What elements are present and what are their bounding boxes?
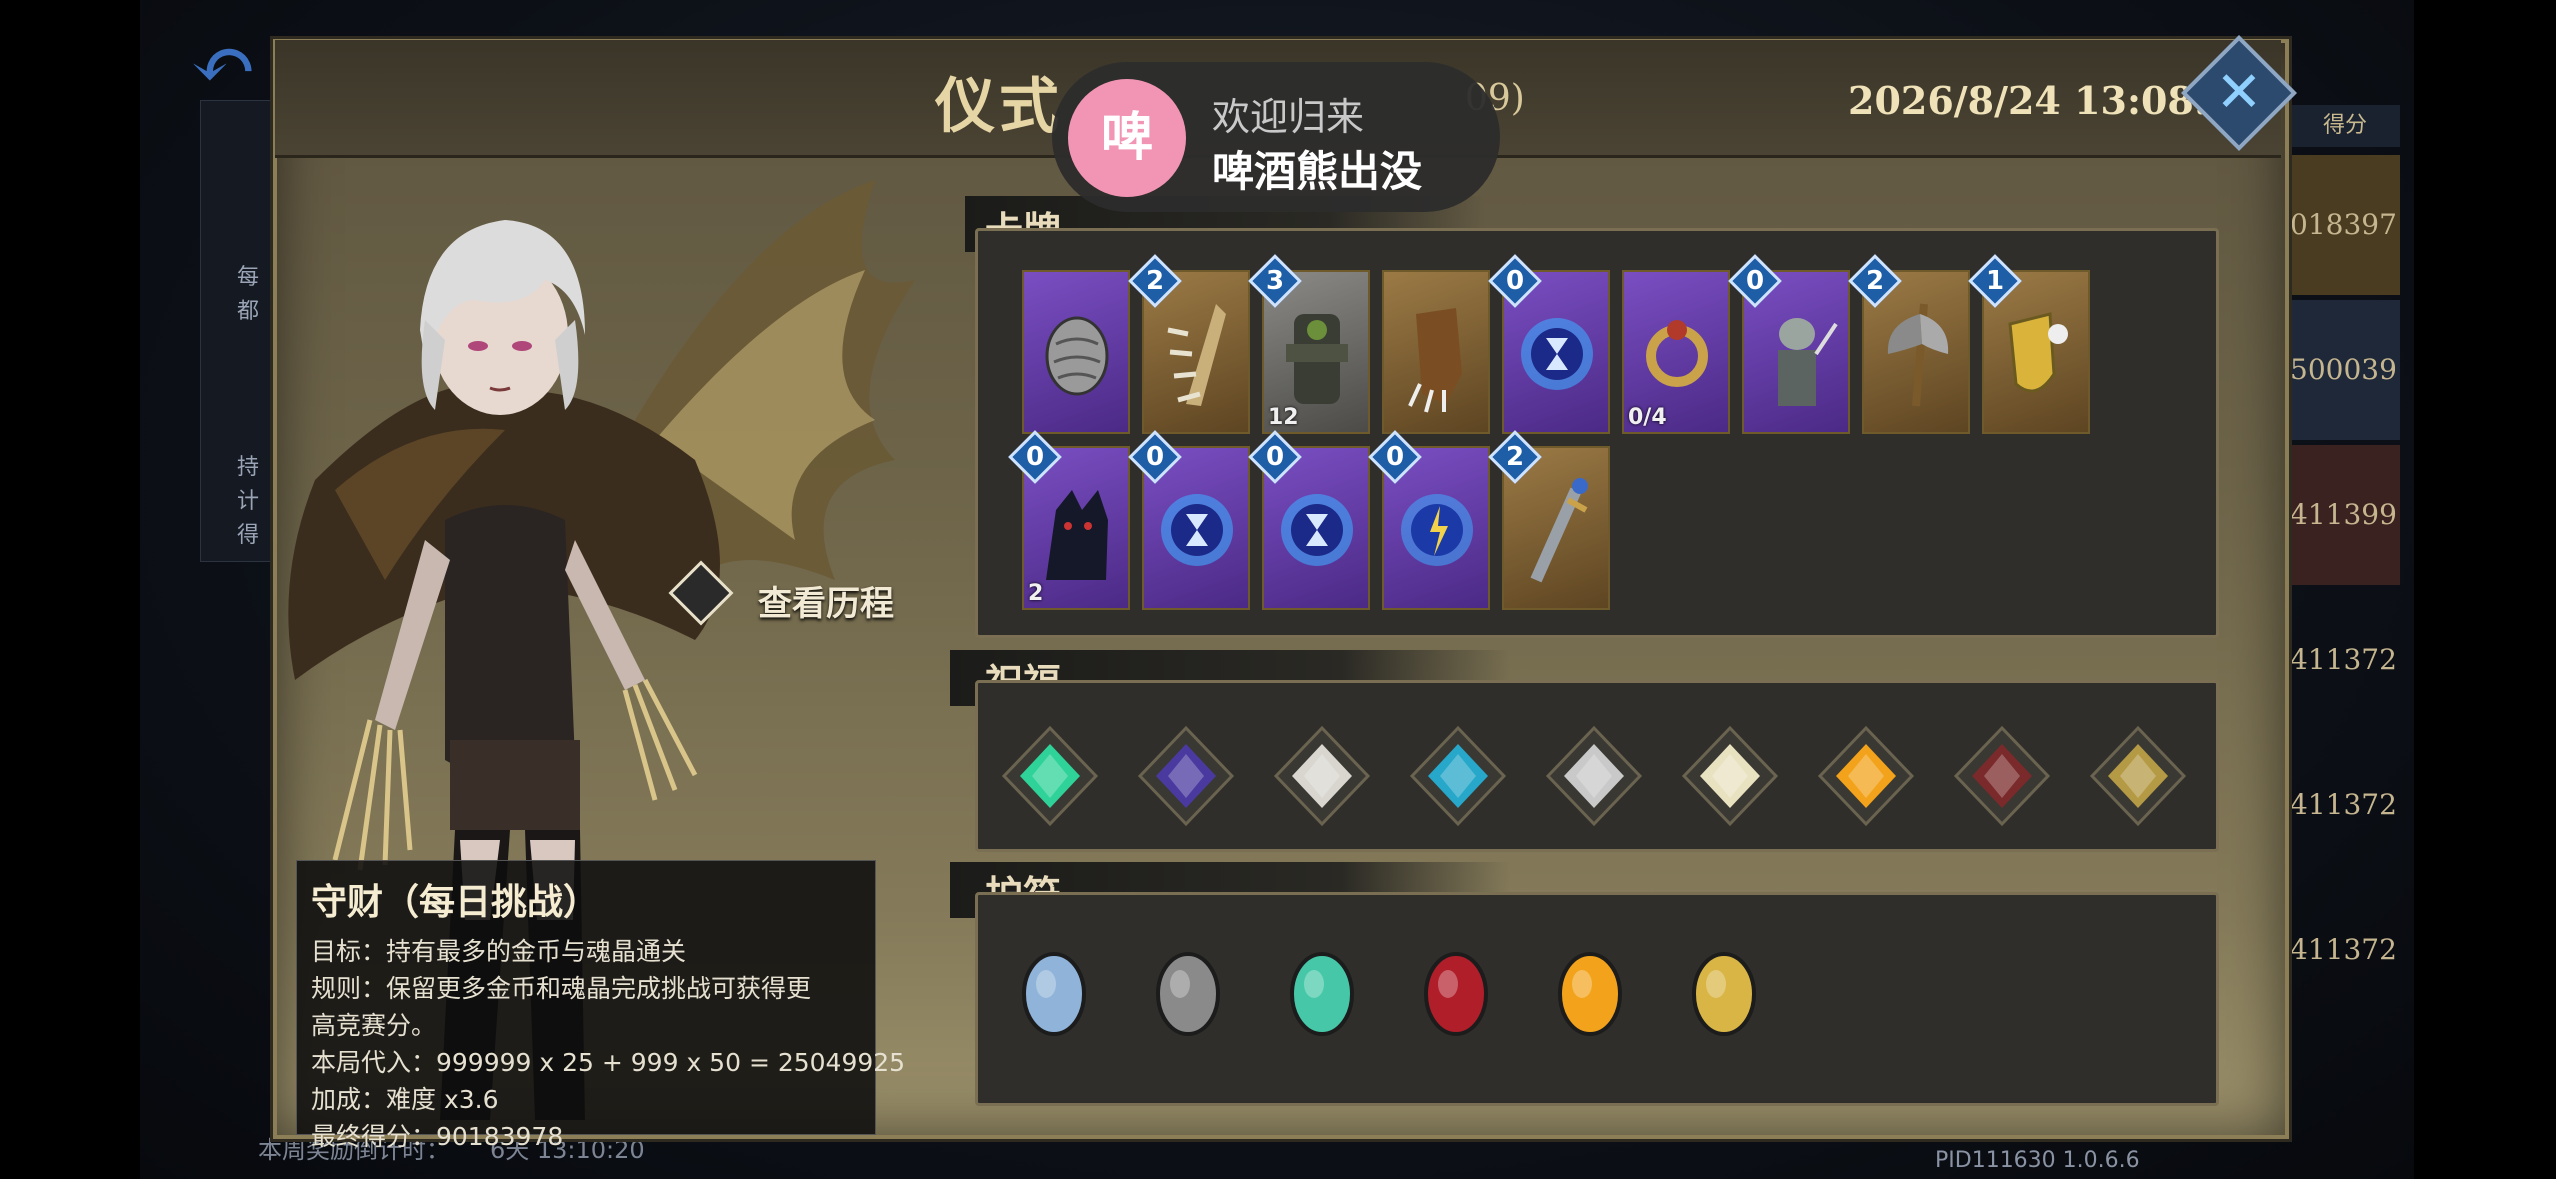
welcome-toast: 啤 欢迎归来 啤酒熊出没 xyxy=(1052,62,1500,212)
crystal-shield-icon[interactable] xyxy=(1404,722,1512,830)
leaderboard-row: 411372 xyxy=(2290,643,2397,676)
challenge-bonus: 加成：难度 x3.6 xyxy=(311,1085,499,1114)
left-text-2: 都 xyxy=(237,299,260,324)
left-text-1: 每 xyxy=(237,265,260,290)
challenge-name: 守财（每日挑战） xyxy=(311,881,600,923)
card-cost: 0 xyxy=(1385,442,1405,472)
card-counter: 12 xyxy=(1268,405,1299,430)
hourglass-orb-icon xyxy=(1521,318,1593,390)
claw-amulet-icon[interactable] xyxy=(1134,940,1242,1048)
card-cost: 1 xyxy=(1985,266,2005,296)
panel-title: 仪式 xyxy=(935,72,1063,142)
card-cost: 0 xyxy=(1505,266,1525,296)
frost-stone-icon[interactable] xyxy=(1000,940,1108,1048)
card-counter: 2 xyxy=(1028,581,1044,606)
challenge-rule: 规则：保留更多金币和魂晶完成挑战可获得更 xyxy=(311,974,812,1003)
hourglass-orb-icon xyxy=(1161,494,1233,566)
winged-crest-icon[interactable] xyxy=(1676,722,1784,830)
card-cost: 0 xyxy=(1745,266,1765,296)
golem-icon xyxy=(1286,314,1348,404)
card[interactable]: 0/4 xyxy=(1622,270,1730,434)
lightning-orb-icon xyxy=(1401,494,1473,566)
toast-greeting: 欢迎归来 xyxy=(1212,95,1365,139)
close-icon[interactable]: ✕ xyxy=(2198,52,2280,134)
golden-ring-icon[interactable] xyxy=(1536,940,1644,1048)
card[interactable] xyxy=(1382,270,1490,434)
card-cost: 0 xyxy=(1025,442,1045,472)
beast-warrior-icon xyxy=(1778,318,1838,406)
back-arrow-icon[interactable]: ↶ xyxy=(190,25,280,105)
version-label: PID111630 1.0.6.6 xyxy=(1935,1148,2140,1173)
left-text-3: 持 xyxy=(237,455,260,480)
avatar: 啤 xyxy=(1068,79,1186,197)
gauntlet-icon xyxy=(1408,308,1462,413)
hourglass-orb-icon xyxy=(1281,494,1353,566)
card-cost: 2 xyxy=(1865,266,1885,296)
card-cost: 2 xyxy=(1505,442,1525,472)
dragon-head-icon[interactable] xyxy=(1132,722,1240,830)
toast-username: 啤酒熊出没 xyxy=(1212,147,1423,196)
leaderboard-row: 500039 xyxy=(2290,300,2400,440)
challenge-info-box: 守财（每日挑战） 目标：持有最多的金币与魂晶通关 规则：保留更多金币和魂晶完成挑… xyxy=(296,860,906,1151)
card[interactable] xyxy=(1022,270,1130,434)
left-text-4: 计 xyxy=(237,489,260,514)
stone-egg-icon xyxy=(1045,316,1109,396)
challenge-goal: 目标：持有最多的金币与魂晶通关 xyxy=(311,937,687,966)
sword-icon xyxy=(1530,478,1588,583)
view-history-label: 查看历程 xyxy=(758,584,894,624)
left-text-5: 得 xyxy=(237,523,260,548)
leaderboard-row: 411399 xyxy=(2290,445,2400,585)
card-cost: 0 xyxy=(1265,442,1285,472)
axe-icon xyxy=(1887,303,1949,407)
flame-crest-icon[interactable] xyxy=(1812,722,1920,830)
shield-icon xyxy=(2008,312,2068,393)
staff-sigil-icon[interactable] xyxy=(1670,940,1778,1048)
red-crystal-icon[interactable] xyxy=(1402,940,1510,1048)
leaderboard-row: 411372 xyxy=(2290,788,2397,821)
lantern-icon[interactable] xyxy=(1268,940,1376,1048)
card-cost: 0 xyxy=(1145,442,1165,472)
bone-claw-icon xyxy=(1167,304,1226,406)
card-cost: 3 xyxy=(1265,266,1285,296)
challenge-formula: 本局代入：999999 x 25 + 999 x 50 = 25049925 xyxy=(311,1048,906,1077)
card-counter: 0/4 xyxy=(1628,405,1667,430)
wolf-icon xyxy=(1046,490,1108,580)
card-cost: 2 xyxy=(1145,266,1165,296)
leaderboard-row: 018397 xyxy=(2290,155,2400,295)
challenge-final-score: 最终得分：90183978 xyxy=(311,1122,564,1151)
cracked-egg-icon[interactable] xyxy=(1268,722,1376,830)
leaderboard-header: 得分 xyxy=(2290,105,2400,147)
challenge-rule-cont: 高竞赛分。 xyxy=(311,1011,437,1040)
lightning-crest-icon[interactable] xyxy=(1540,722,1648,830)
ring-icon xyxy=(1646,320,1708,387)
green-gem-icon[interactable] xyxy=(996,722,1104,830)
leaderboard-row: 411372 xyxy=(2290,933,2397,966)
dark-figure-icon[interactable] xyxy=(1948,722,2056,830)
hooded-figure-icon[interactable] xyxy=(2084,722,2192,830)
